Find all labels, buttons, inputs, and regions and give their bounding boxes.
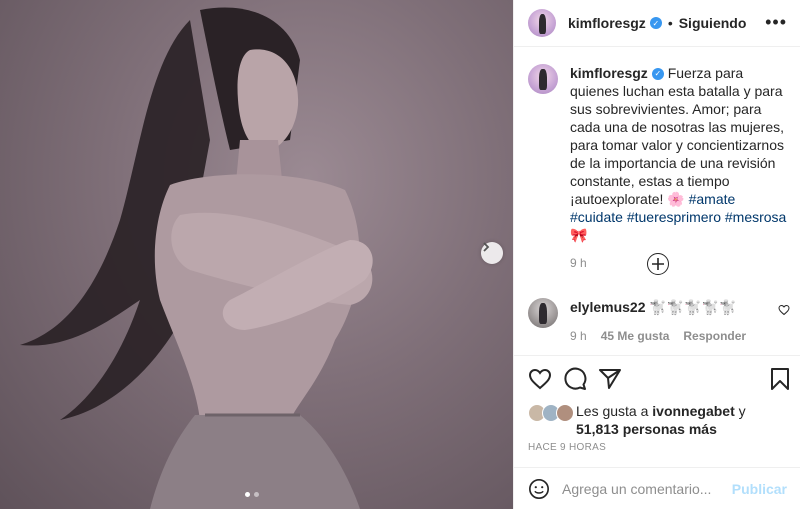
more-horizontal-icon[interactable]: ••• — [765, 12, 787, 33]
comment-item: elylemus22 🐩🐩🐩🐩🐩 9 h 45 Me gusta Respond… — [528, 298, 790, 345]
comment-avatar[interactable] — [528, 298, 558, 328]
comments-section: kimfloresgz ✓ Fuerza para quienes luchan … — [514, 48, 800, 354]
likes-text: Les gusta a ivonnegabet y 51,813 persona… — [576, 402, 790, 438]
next-photo-button[interactable] — [481, 242, 503, 264]
post-caption: kimfloresgz ✓ Fuerza para quienes luchan … — [528, 64, 790, 272]
verified-badge-icon: ✓ — [651, 68, 664, 81]
posted-time[interactable]: HACE 9 HORAS — [528, 442, 606, 453]
comment-username[interactable]: elylemus22 — [570, 299, 646, 315]
post-actions-section: Les gusta a ivonnegabet y 51,813 persona… — [514, 355, 800, 467]
add-comment-bar: Publicar — [514, 467, 800, 509]
hashtag-link[interactable]: #amate — [689, 191, 736, 207]
hashtag-link[interactable]: #tueresprimero — [627, 209, 721, 225]
caption-time[interactable]: 9 h — [570, 254, 790, 272]
chevron-right-icon — [483, 242, 490, 252]
comment-time[interactable]: 9 h — [570, 327, 587, 345]
post-header: kimfloresgz ✓ • Siguiendo ••• — [514, 0, 800, 47]
load-more-comments-button[interactable] — [647, 253, 669, 275]
separator: • — [667, 15, 673, 31]
caption-text: Fuerza para quienes luchan esta batalla … — [570, 65, 785, 207]
likes-conjunction: y — [738, 403, 746, 419]
likes-summary: Les gusta a ivonnegabet y 51,813 persona… — [528, 402, 790, 438]
carousel-indicator — [245, 492, 259, 497]
comment-meta: 9 h 45 Me gusta Responder — [570, 327, 760, 345]
post-photo[interactable] — [0, 0, 513, 509]
caption-body: kimfloresgz ✓ Fuerza para quienes luchan … — [570, 64, 790, 272]
reply-button[interactable]: Responder — [683, 327, 746, 345]
emoji-icon[interactable] — [528, 478, 550, 500]
photo-illustration — [20, 7, 373, 509]
plus-circle-icon — [652, 258, 664, 270]
liker-avatars — [528, 404, 576, 422]
heart-icon[interactable] — [528, 367, 552, 391]
post-side-panel: kimfloresgz ✓ • Siguiendo ••• kimfloresg… — [513, 0, 800, 509]
comment-likes[interactable]: 45 Me gusta — [601, 327, 670, 345]
following-button[interactable]: Siguiendo — [679, 15, 747, 31]
bookmark-icon[interactable] — [768, 367, 792, 391]
hashtag-link[interactable]: #cuidate — [570, 209, 623, 225]
liker-username[interactable]: ivonnegabet — [652, 403, 734, 419]
header-username[interactable]: kimfloresgz — [568, 15, 646, 31]
caption-avatar[interactable] — [528, 64, 558, 94]
likes-prefix: Les gusta a — [576, 403, 649, 419]
publish-button[interactable]: Publicar — [732, 481, 787, 497]
carousel-dot — [245, 492, 250, 497]
avatar[interactable] — [556, 404, 574, 422]
comment-body: elylemus22 🐩🐩🐩🐩🐩 9 h 45 Me gusta Respond… — [570, 298, 760, 345]
comment-icon[interactable] — [563, 367, 587, 391]
action-buttons — [528, 367, 789, 391]
verified-badge-icon: ✓ — [649, 17, 662, 29]
caption-username[interactable]: kimfloresgz — [570, 65, 648, 81]
carousel-dot — [254, 492, 259, 497]
likes-count[interactable]: 51,813 personas más — [576, 421, 717, 437]
comment-input[interactable] — [562, 480, 732, 497]
avatar[interactable] — [528, 9, 556, 37]
share-icon[interactable] — [598, 367, 622, 391]
heart-outline-icon[interactable] — [778, 304, 790, 316]
comment-text: 🐩🐩🐩🐩🐩 — [649, 299, 737, 315]
